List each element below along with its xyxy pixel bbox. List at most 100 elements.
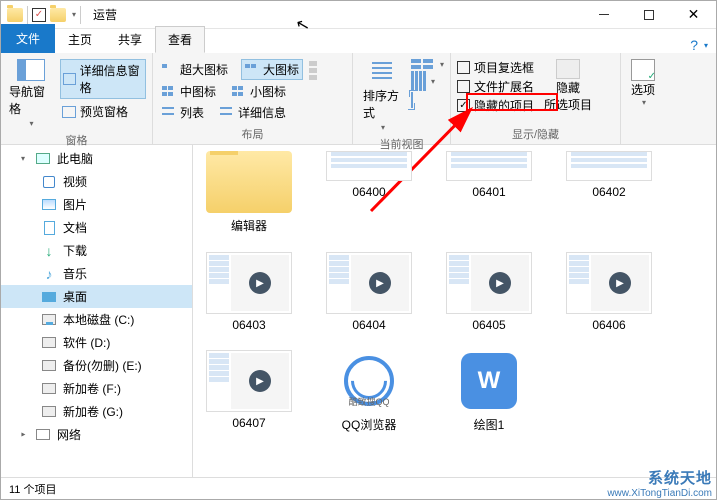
file-view[interactable]: 编辑器064000640106402▶06403▶06404▶06405▶064… xyxy=(193,145,716,483)
sidebar-item-video[interactable]: 视频 xyxy=(1,170,192,193)
tab-share[interactable]: 共享 xyxy=(105,26,155,53)
thumbnail: ▶ xyxy=(206,350,292,412)
list-icon xyxy=(162,107,176,119)
file-item[interactable]: ▶06403 xyxy=(201,252,297,332)
disk-icon xyxy=(42,383,56,394)
file-label: 06401 xyxy=(472,185,505,199)
large-icon xyxy=(245,64,259,76)
file-label: 06402 xyxy=(592,185,625,199)
checkbox-icon xyxy=(457,80,470,93)
qq-icon: 酷致搜QQ xyxy=(326,350,412,412)
file-item[interactable]: 06400 xyxy=(321,151,417,234)
file-item[interactable]: ▶ 06407 xyxy=(201,350,297,433)
checkbox-icon: ✓ xyxy=(457,99,470,112)
checkbox-hidden-items[interactable]: ✓隐藏的项目 xyxy=(457,97,534,114)
layout-details[interactable]: 详细信息 xyxy=(217,103,289,122)
file-item[interactable]: 编辑器 xyxy=(201,151,297,234)
close-button[interactable]: ✕ xyxy=(671,1,716,29)
sidebar-item-diskg[interactable]: 新加卷 (G:) xyxy=(1,400,192,423)
thumbnail xyxy=(446,151,532,181)
sidebar-item-diskc[interactable]: 本地磁盘 (C:) xyxy=(1,308,192,331)
sidebar-item-diskd[interactable]: 软件 (D:) xyxy=(1,331,192,354)
sidebar-item-network[interactable]: ▾网络 xyxy=(1,423,192,446)
sidebar-item-pc[interactable]: ▾此电脑 xyxy=(1,147,192,170)
options-button[interactable]: 选项 ▾ xyxy=(627,55,659,111)
file-label: 06406 xyxy=(592,318,625,332)
file-item[interactable]: ▶06404 xyxy=(321,252,417,332)
documents-icon xyxy=(44,221,55,235)
file-label: 编辑器 xyxy=(231,217,267,234)
layout-scroll[interactable] xyxy=(309,55,317,80)
file-item[interactable]: ▶ 06406 xyxy=(561,252,657,332)
detail-pane-button[interactable]: 详细信息窗格 xyxy=(60,59,146,99)
qat-checkbox[interactable]: ✓ xyxy=(32,8,46,22)
tab-file[interactable]: 文件 xyxy=(1,24,55,53)
content-area: ▾此电脑 视频 图片 文档 ↓下载 ♪音乐 桌面 本地磁盘 (C:) 软件 (D… xyxy=(1,145,716,483)
disk-icon xyxy=(42,337,56,348)
sidebar: ▾此电脑 视频 图片 文档 ↓下载 ♪音乐 桌面 本地磁盘 (C:) 软件 (D… xyxy=(1,145,193,483)
tab-home[interactable]: 主页 xyxy=(55,26,105,53)
qat-folder-icon[interactable] xyxy=(50,8,66,22)
pictures-icon xyxy=(42,199,56,210)
file-item[interactable]: 酷致搜QQQQ浏览器 xyxy=(321,350,417,433)
wps-icon: W xyxy=(446,350,532,412)
file-label: 绘图1 xyxy=(474,416,505,433)
layout-xlarge[interactable]: 超大图标 xyxy=(159,59,231,80)
file-label: 06405 xyxy=(472,318,505,332)
maximize-button[interactable] xyxy=(626,1,671,29)
medium-icon xyxy=(162,86,176,98)
file-item[interactable]: ▶ 06405 xyxy=(441,252,537,332)
nav-pane-label: 导航窗格 xyxy=(9,83,52,117)
tab-view[interactable]: 查看 xyxy=(155,26,205,53)
statusbar: 11 个项目 xyxy=(1,477,716,499)
hide-selected-button[interactable]: 隐藏 所选项目 xyxy=(540,55,596,117)
sidebar-item-music[interactable]: ♪音乐 xyxy=(1,262,192,285)
desktop-icon xyxy=(42,292,56,302)
group-label-show: 显示/隐藏 xyxy=(457,126,614,144)
groupby-button[interactable]: ▾ xyxy=(411,59,444,69)
ribbon-tabs: 文件 主页 共享 查看 ? ▾ xyxy=(1,29,716,53)
sidebar-item-diskf[interactable]: 新加卷 (F:) xyxy=(1,377,192,400)
sidebar-item-pictures[interactable]: 图片 xyxy=(1,193,192,216)
file-item[interactable]: 06401 xyxy=(441,151,537,234)
folder-icon xyxy=(206,151,292,213)
layout-large[interactable]: 大图标 xyxy=(241,59,303,80)
addcols-button[interactable]: ▾ xyxy=(411,71,444,91)
qat-dropdown[interactable]: ▾ xyxy=(72,10,76,19)
titlebar: ✓ ▾ 运营 ✕ xyxy=(1,1,716,29)
xlarge-icon xyxy=(162,64,176,76)
disk-icon xyxy=(42,314,56,325)
layout-medium[interactable]: 中图标 xyxy=(159,82,219,101)
sidebar-item-downloads[interactable]: ↓下载 xyxy=(1,239,192,262)
preview-pane-icon xyxy=(62,106,76,118)
checkbox-file-extensions[interactable]: 文件扩展名 xyxy=(457,78,534,95)
minimize-button[interactable] xyxy=(581,1,626,29)
help-button[interactable]: ? ▾ xyxy=(690,37,708,53)
downloads-icon: ↓ xyxy=(41,244,57,258)
file-label: 06407 xyxy=(232,416,265,430)
groupby-icon xyxy=(411,59,435,69)
checkbox-item-checkboxes[interactable]: 项目复选框 xyxy=(457,59,534,76)
thumbnail: ▶ xyxy=(326,252,412,314)
detail-pane-icon xyxy=(63,73,76,85)
preview-pane-button[interactable]: 预览窗格 xyxy=(60,101,146,122)
video-icon xyxy=(43,176,55,188)
file-item[interactable]: W 绘图1 xyxy=(441,350,537,433)
sidebar-item-desktop[interactable]: 桌面 xyxy=(1,285,192,308)
layout-list[interactable]: 列表 xyxy=(159,103,207,122)
sidebar-item-diske[interactable]: 备份(勿删) (E:) xyxy=(1,354,192,377)
sort-button[interactable]: 排序方式 ▾ xyxy=(359,55,405,136)
autofit-button[interactable] xyxy=(411,93,444,107)
thumbnail xyxy=(326,151,412,181)
thumbnail: ▶ xyxy=(566,252,652,314)
network-icon xyxy=(36,429,50,440)
file-item[interactable]: 06402 xyxy=(561,151,657,234)
sidebar-item-documents[interactable]: 文档 xyxy=(1,216,192,239)
item-count: 11 个项目 xyxy=(9,481,56,497)
thumbnail: ▶ xyxy=(446,252,532,314)
nav-pane-button[interactable]: 导航窗格 ▾ xyxy=(7,55,54,132)
layout-small[interactable]: 小图标 xyxy=(229,82,289,101)
ribbon: 导航窗格 ▾ 详细信息窗格 预览窗格 窗格 超大图标 大图标 中图标 小图标 xyxy=(1,53,716,145)
file-label: 06403 xyxy=(232,318,265,332)
checkbox-icon xyxy=(457,61,470,74)
